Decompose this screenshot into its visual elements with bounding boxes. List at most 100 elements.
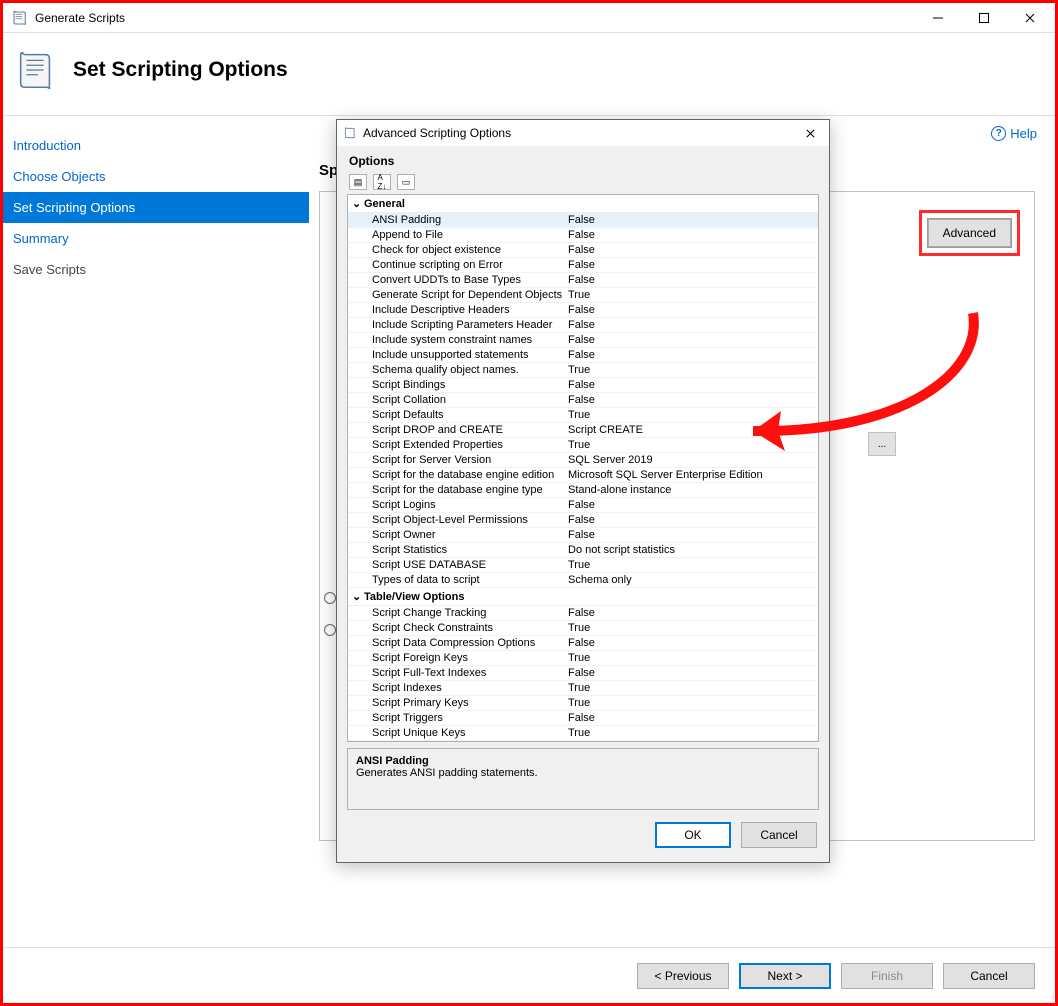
minimize-button[interactable] bbox=[915, 3, 961, 33]
radio-icon bbox=[324, 624, 336, 636]
property-row[interactable]: Schema qualify object names.True bbox=[348, 363, 818, 378]
property-value[interactable]: True bbox=[568, 727, 818, 739]
property-value[interactable]: False bbox=[568, 274, 818, 286]
property-value[interactable]: False bbox=[568, 379, 818, 391]
property-row[interactable]: Script IndexesTrue bbox=[348, 681, 818, 696]
property-pages-icon[interactable]: ▭ bbox=[397, 174, 415, 190]
property-value[interactable]: False bbox=[568, 349, 818, 361]
property-value[interactable]: True bbox=[568, 697, 818, 709]
radio-option-4[interactable] bbox=[324, 624, 336, 636]
close-button[interactable] bbox=[1007, 3, 1053, 33]
property-value[interactable]: True bbox=[568, 559, 818, 571]
property-row[interactable]: Types of data to scriptSchema only bbox=[348, 573, 818, 588]
property-name: Script Triggers bbox=[372, 712, 568, 724]
property-row[interactable]: Script DROP and CREATEScript CREATE bbox=[348, 423, 818, 438]
property-row[interactable]: Script Data Compression OptionsFalse bbox=[348, 636, 818, 651]
property-category[interactable]: ⌄Table/View Options bbox=[348, 588, 818, 606]
property-value[interactable]: False bbox=[568, 529, 818, 541]
advanced-button[interactable]: Advanced bbox=[928, 219, 1011, 247]
property-row[interactable]: Continue scripting on ErrorFalse bbox=[348, 258, 818, 273]
property-row[interactable]: Script CollationFalse bbox=[348, 393, 818, 408]
finish-button: Finish bbox=[841, 963, 933, 989]
property-value[interactable]: False bbox=[568, 229, 818, 241]
property-row[interactable]: Script for the database engine typeStand… bbox=[348, 483, 818, 498]
ellipsis-button[interactable]: ... bbox=[868, 432, 896, 456]
property-value[interactable]: True bbox=[568, 652, 818, 664]
dialog-close-button[interactable] bbox=[797, 122, 823, 144]
property-value[interactable]: True bbox=[568, 682, 818, 694]
property-value[interactable]: Do not script statistics bbox=[568, 544, 818, 556]
help-link[interactable]: ? Help bbox=[991, 126, 1037, 141]
property-row[interactable]: Generate Script for Dependent ObjectsTru… bbox=[348, 288, 818, 303]
property-row[interactable]: Script for the database engine editionMi… bbox=[348, 468, 818, 483]
sidebar-step-summary[interactable]: Summary bbox=[3, 223, 309, 254]
cancel-button[interactable]: Cancel bbox=[943, 963, 1035, 989]
property-row[interactable]: ANSI PaddingFalse bbox=[348, 213, 818, 228]
property-value[interactable]: False bbox=[568, 712, 818, 724]
property-row[interactable]: Convert UDDTs to Base TypesFalse bbox=[348, 273, 818, 288]
property-value[interactable]: False bbox=[568, 214, 818, 226]
sidebar-step-choose-objects[interactable]: Choose Objects bbox=[3, 161, 309, 192]
property-value[interactable]: True bbox=[568, 289, 818, 301]
property-value[interactable]: False bbox=[568, 667, 818, 679]
property-value[interactable]: False bbox=[568, 499, 818, 511]
property-row[interactable]: Script Foreign KeysTrue bbox=[348, 651, 818, 666]
next-button[interactable]: Next > bbox=[739, 963, 831, 989]
property-value[interactable]: True bbox=[568, 439, 818, 451]
property-category[interactable]: ⌄General bbox=[348, 195, 818, 213]
property-name: Schema qualify object names. bbox=[372, 364, 568, 376]
property-value[interactable]: False bbox=[568, 514, 818, 526]
property-row[interactable]: Script BindingsFalse bbox=[348, 378, 818, 393]
property-row[interactable]: Append to FileFalse bbox=[348, 228, 818, 243]
property-value[interactable]: SQL Server 2019 bbox=[568, 454, 818, 466]
ok-button[interactable]: OK bbox=[655, 822, 731, 848]
property-value[interactable]: True bbox=[568, 622, 818, 634]
property-value[interactable]: False bbox=[568, 259, 818, 271]
maximize-button[interactable] bbox=[961, 3, 1007, 33]
dialog-cancel-button[interactable]: Cancel bbox=[741, 822, 817, 848]
property-row[interactable]: Script Object-Level PermissionsFalse bbox=[348, 513, 818, 528]
alpha-sort-icon[interactable]: AZ↓ bbox=[373, 174, 391, 190]
property-row[interactable]: Include unsupported statementsFalse bbox=[348, 348, 818, 363]
property-row[interactable]: Script Change TrackingFalse bbox=[348, 606, 818, 621]
property-value[interactable]: Script CREATE bbox=[568, 424, 818, 436]
property-value[interactable]: True bbox=[568, 364, 818, 376]
property-value[interactable]: False bbox=[568, 637, 818, 649]
categorized-view-icon[interactable]: ▤ bbox=[349, 174, 367, 190]
property-row[interactable]: Script Extended PropertiesTrue bbox=[348, 438, 818, 453]
property-value[interactable]: False bbox=[568, 304, 818, 316]
property-row[interactable]: Script StatisticsDo not script statistic… bbox=[348, 543, 818, 558]
property-name: Script for the database engine type bbox=[372, 484, 568, 496]
property-value[interactable]: True bbox=[568, 409, 818, 421]
property-row[interactable]: Script OwnerFalse bbox=[348, 528, 818, 543]
property-row[interactable]: Check for object existenceFalse bbox=[348, 243, 818, 258]
property-row[interactable]: Script DefaultsTrue bbox=[348, 408, 818, 423]
property-row[interactable]: Script TriggersFalse bbox=[348, 711, 818, 726]
property-row[interactable]: Include system constraint namesFalse bbox=[348, 333, 818, 348]
property-value[interactable]: Stand-alone instance bbox=[568, 484, 818, 496]
property-value[interactable]: Microsoft SQL Server Enterprise Edition bbox=[568, 469, 818, 481]
property-row[interactable]: Script USE DATABASETrue bbox=[348, 558, 818, 573]
property-name: Include Scripting Parameters Header bbox=[372, 319, 568, 331]
sidebar-step-set-scripting[interactable]: Set Scripting Options bbox=[3, 192, 309, 223]
property-value[interactable]: False bbox=[568, 334, 818, 346]
property-row[interactable]: Script Check ConstraintsTrue bbox=[348, 621, 818, 636]
radio-option-3[interactable] bbox=[324, 592, 336, 604]
previous-button[interactable]: < Previous bbox=[637, 963, 729, 989]
property-row[interactable]: Script Unique KeysTrue bbox=[348, 726, 818, 741]
property-value[interactable]: False bbox=[568, 244, 818, 256]
property-row[interactable]: Script Full-Text IndexesFalse bbox=[348, 666, 818, 681]
property-grid[interactable]: ⌄GeneralANSI PaddingFalseAppend to FileF… bbox=[347, 194, 819, 742]
window-title: Generate Scripts bbox=[35, 11, 915, 25]
property-value[interactable]: Schema only bbox=[568, 574, 818, 586]
property-row[interactable]: Script LoginsFalse bbox=[348, 498, 818, 513]
property-row[interactable]: Script Primary KeysTrue bbox=[348, 696, 818, 711]
property-row[interactable]: Script for Server VersionSQL Server 2019 bbox=[348, 453, 818, 468]
property-row[interactable]: Include Scripting Parameters HeaderFalse bbox=[348, 318, 818, 333]
property-value[interactable]: False bbox=[568, 607, 818, 619]
property-value[interactable]: False bbox=[568, 394, 818, 406]
sidebar-step-save-scripts[interactable]: Save Scripts bbox=[3, 254, 309, 285]
property-row[interactable]: Include Descriptive HeadersFalse bbox=[348, 303, 818, 318]
property-value[interactable]: False bbox=[568, 319, 818, 331]
sidebar-step-introduction[interactable]: Introduction bbox=[3, 130, 309, 161]
